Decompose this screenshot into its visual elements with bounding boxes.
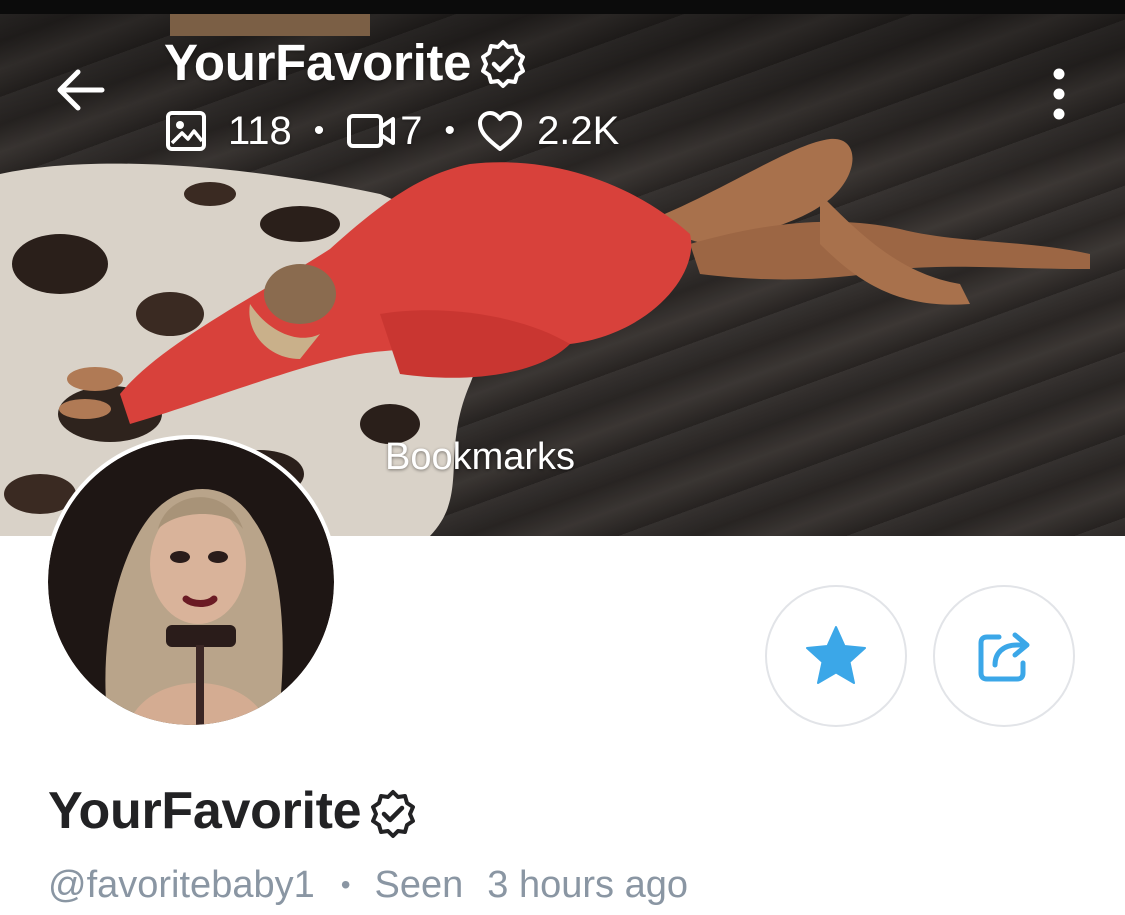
back-button[interactable]	[52, 62, 108, 118]
verified-badge-icon	[481, 40, 526, 88]
videos-count: 7	[400, 108, 423, 153]
share-icon	[978, 632, 1030, 682]
stat-separator: •	[444, 114, 456, 147]
cover-stats: 118 • 7 • 2.2K	[164, 108, 619, 154]
video-camera-icon	[347, 114, 396, 148]
likes-stat: 2.2K	[477, 109, 619, 154]
last-seen-time: 3 hours ago	[487, 863, 689, 906]
avatar[interactable]	[44, 435, 338, 729]
status-bar	[0, 0, 1125, 14]
verified-badge-icon	[371, 790, 416, 838]
photos-count: 118	[228, 108, 292, 153]
stat-separator: •	[313, 114, 325, 147]
videos-stat: 7	[346, 108, 423, 154]
image-icon	[166, 111, 206, 151]
cover-title-text: YourFavorite	[164, 33, 472, 91]
more-options-button[interactable]	[1036, 66, 1082, 122]
share-button[interactable]	[933, 585, 1075, 727]
bookmarks-label[interactable]: Bookmarks	[385, 436, 575, 479]
photos-stat: 118	[164, 109, 292, 154]
profile-name: YourFavorite	[48, 780, 419, 842]
seen-label: Seen	[374, 863, 464, 906]
meta-separator: •	[340, 869, 351, 900]
star-icon	[806, 626, 866, 684]
profile-name-text: YourFavorite	[48, 782, 362, 840]
cover-title: YourFavorite	[164, 32, 529, 92]
profile-meta: @favoritebaby1 • Seen 3 hours ago	[48, 860, 688, 910]
avatar-photo	[48, 439, 334, 725]
likes-count: 2.2K	[537, 108, 620, 153]
profile-handle: @favoritebaby1	[48, 863, 315, 906]
heart-icon	[478, 111, 523, 151]
add-to-favorites-button[interactable]	[765, 585, 907, 727]
arrow-left-icon	[57, 69, 105, 111]
more-vertical-icon	[1053, 68, 1065, 120]
